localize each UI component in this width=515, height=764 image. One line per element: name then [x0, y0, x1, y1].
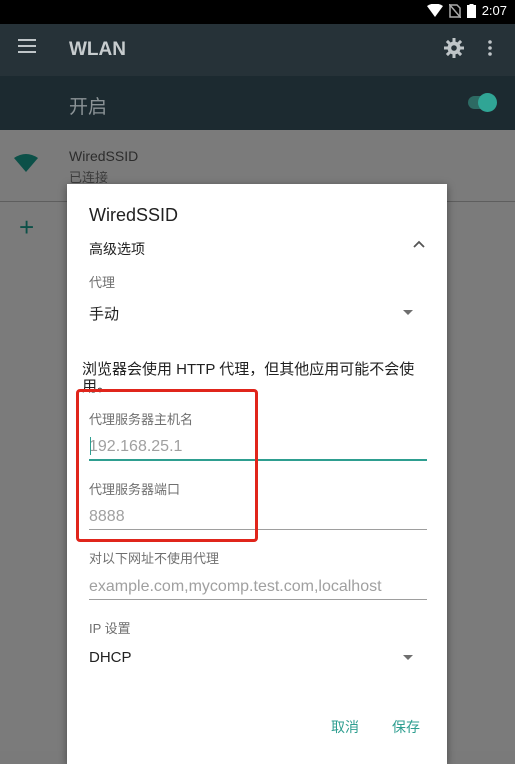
gear-icon[interactable]	[444, 38, 464, 58]
save-button[interactable]: 保存	[392, 717, 420, 737]
page-title: WLAN	[69, 39, 126, 60]
menu-icon[interactable]	[18, 39, 36, 53]
proxy-bypass-input[interactable]	[89, 575, 427, 600]
master-switch-label: 开启	[69, 97, 108, 118]
wifi-signal-icon	[426, 4, 443, 17]
ip-settings-label: IP 设置	[89, 621, 131, 636]
wlan-toggle-knob[interactable]	[478, 93, 497, 112]
chevron-up-icon[interactable]	[413, 240, 425, 248]
proxy-select[interactable]: 手动	[89, 303, 119, 324]
app-bar: WLAN	[0, 24, 515, 76]
wifi-icon	[14, 154, 38, 172]
status-bar: 2:07	[0, 0, 515, 24]
highlight-annotation-box	[76, 389, 258, 542]
chevron-down-icon[interactable]	[403, 655, 413, 660]
add-network-icon[interactable]: +	[19, 212, 34, 243]
advanced-options-label[interactable]: 高级选项	[89, 239, 145, 259]
no-sim-icon	[448, 3, 461, 18]
clock: 2:07	[481, 3, 507, 18]
chevron-down-icon[interactable]	[403, 310, 413, 315]
network-name[interactable]: WiredSSID	[69, 148, 138, 164]
ip-settings-select[interactable]: DHCP	[89, 649, 132, 666]
more-options-icon[interactable]	[488, 40, 492, 56]
proxy-bypass-label: 对以下网址不使用代理	[89, 551, 220, 566]
battery-icon	[466, 3, 476, 18]
dialog-title: WiredSSID	[89, 205, 179, 225]
proxy-label: 代理	[89, 275, 116, 290]
wlan-master-switch-bar[interactable]: 开启	[0, 76, 515, 130]
cancel-button[interactable]: 取消	[331, 717, 359, 737]
